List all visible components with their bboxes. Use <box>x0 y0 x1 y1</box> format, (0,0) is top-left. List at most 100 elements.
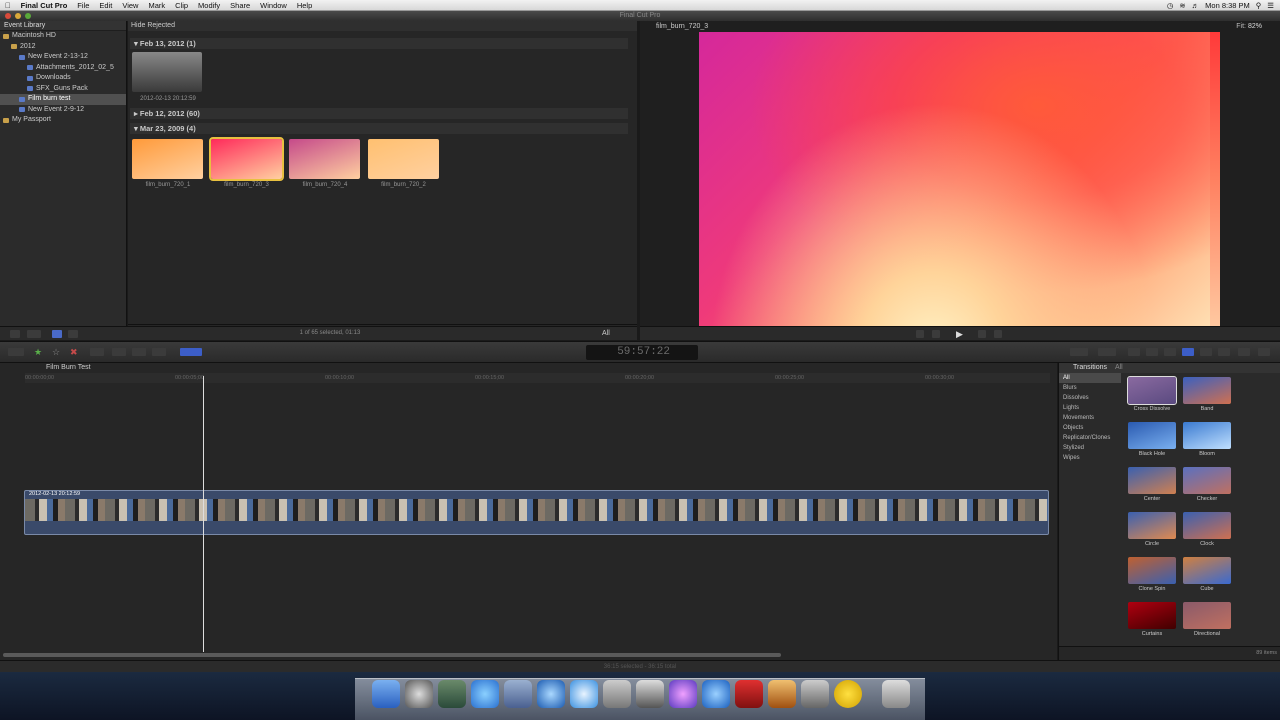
menu-share[interactable]: Share <box>225 0 255 11</box>
play-backward-icon[interactable] <box>932 330 940 338</box>
transition-thumbnail[interactable] <box>1127 376 1177 405</box>
iphoto-icon[interactable] <box>768 680 796 708</box>
launchpad-icon[interactable] <box>405 680 433 708</box>
transitions-browser-icon[interactable] <box>1182 348 1194 356</box>
transition-thumbnail[interactable] <box>1128 602 1176 629</box>
reject-icon[interactable]: ✖ <box>70 347 78 358</box>
minimize-button[interactable] <box>15 13 21 19</box>
append-clip-icon[interactable] <box>152 348 166 356</box>
keyword-icon[interactable] <box>90 348 104 356</box>
menu-mark[interactable]: Mark <box>143 0 170 11</box>
transition-category[interactable]: Objects <box>1059 423 1121 433</box>
cyberduck-icon[interactable] <box>834 680 862 708</box>
transitions-filter[interactable]: All <box>1115 364 1123 371</box>
inspector-icon[interactable] <box>1258 348 1270 356</box>
facetime-icon[interactable] <box>603 680 631 708</box>
menu-clock[interactable]: Mon 8:38 PM <box>1205 0 1250 11</box>
next-frame-icon[interactable] <box>994 330 1002 338</box>
insert-clip-icon[interactable] <box>132 348 146 356</box>
transition-category[interactable]: Wipes <box>1059 453 1121 463</box>
menu-app[interactable]: Final Cut Pro <box>16 0 73 11</box>
volume-icon[interactable]: ♬ <box>1192 0 1200 11</box>
list-icon[interactable]: ☰ <box>1267 0 1274 11</box>
effects-browser-icon[interactable] <box>1128 348 1140 356</box>
clip-thumbnail[interactable] <box>208 137 284 181</box>
quicktime-icon[interactable] <box>537 680 565 708</box>
import-icon[interactable] <box>8 348 24 356</box>
library-item[interactable]: New Event 2-9-12 <box>0 105 126 116</box>
time-machine-icon[interactable]: ◷ <box>1167 0 1174 11</box>
transition-category[interactable]: Lights <box>1059 403 1121 413</box>
finder-icon[interactable] <box>372 680 400 708</box>
transition-thumbnail[interactable] <box>1128 467 1176 494</box>
transition-category[interactable]: Stylized <box>1059 443 1121 453</box>
menu-help[interactable]: Help <box>292 0 317 11</box>
clip-thumbnail[interactable] <box>132 139 203 179</box>
menu-clip[interactable]: Clip <box>170 0 193 11</box>
transition-thumbnail[interactable] <box>1128 557 1176 584</box>
library-item[interactable]: Attachments_2012_02_5 <box>0 63 126 74</box>
transition-thumbnail[interactable] <box>1183 467 1231 494</box>
menu-file[interactable]: File <box>72 0 94 11</box>
transition-category[interactable]: All <box>1059 373 1121 383</box>
music-browser-icon[interactable] <box>1164 348 1176 356</box>
group-header[interactable]: ▸ Feb 12, 2012 (60) <box>130 108 628 119</box>
enhance-icon[interactable] <box>1070 348 1088 356</box>
library-item[interactable]: New Event 2-13-12 <box>0 52 126 63</box>
hide-rejected-filter[interactable]: Hide Rejected <box>128 21 637 31</box>
library-item[interactable]: Film burn test <box>0 94 126 105</box>
timeline-clip[interactable]: 2012-02-13 20:12:59 <box>24 490 1049 535</box>
connect-clip-icon[interactable] <box>112 348 126 356</box>
timeline-scrollbar[interactable] <box>3 653 781 657</box>
close-button[interactable] <box>5 13 11 19</box>
themes-browser-icon[interactable] <box>1238 348 1250 356</box>
preview-icon[interactable] <box>504 680 532 708</box>
menu-window[interactable]: Window <box>255 0 292 11</box>
transition-thumbnail[interactable] <box>1183 512 1231 539</box>
transition-thumbnail[interactable] <box>1183 377 1231 404</box>
app-store-icon[interactable] <box>471 680 499 708</box>
unrate-icon[interactable]: ☆ <box>52 347 60 358</box>
trash-icon[interactable] <box>882 680 910 708</box>
title-browser-icon[interactable] <box>1200 348 1212 356</box>
library-item[interactable]: 2012 <box>0 42 126 53</box>
library-item[interactable]: Downloads <box>0 73 126 84</box>
photo-browser-icon[interactable] <box>1146 348 1158 356</box>
transition-thumbnail[interactable] <box>1128 422 1176 449</box>
compressor-icon[interactable] <box>801 680 829 708</box>
rewind-icon[interactable] <box>916 330 924 338</box>
zoom-level[interactable]: 82% <box>1248 23 1262 30</box>
motion-icon[interactable] <box>669 680 697 708</box>
generator-browser-icon[interactable] <box>1218 348 1230 356</box>
transition-category[interactable]: Movements <box>1059 413 1121 423</box>
transition-thumbnail[interactable] <box>1128 512 1176 539</box>
photo-booth-icon[interactable] <box>735 680 763 708</box>
spotlight-icon[interactable]: ⚲ <box>1256 0 1262 11</box>
retime-icon[interactable] <box>1098 348 1116 356</box>
library-item[interactable]: My Passport <box>0 115 126 126</box>
wifi-icon[interactable]: ≋ <box>1179 0 1185 11</box>
transition-category[interactable]: Blurs <box>1059 383 1121 393</box>
clip-thumbnail[interactable] <box>289 139 360 179</box>
apple-menu-icon[interactable]:  <box>0 0 16 11</box>
select-tool-icon[interactable] <box>180 348 202 356</box>
transition-category[interactable]: Replicator/Clones <box>1059 433 1121 443</box>
transition-thumbnail[interactable] <box>1183 422 1231 449</box>
timeline-ruler[interactable]: 00:00:00;00 00:00:05;00 00:00:10;00 00:0… <box>25 373 1050 383</box>
filter-all[interactable]: All <box>602 330 610 337</box>
menu-view[interactable]: View <box>117 0 143 11</box>
mission-control-icon[interactable] <box>438 680 466 708</box>
group-header[interactable]: ▾ Mar 23, 2009 (4) <box>130 123 628 134</box>
menu-edit[interactable]: Edit <box>94 0 117 11</box>
favorite-icon[interactable]: ★ <box>34 347 42 358</box>
playhead[interactable] <box>203 376 204 652</box>
timecode-display[interactable]: 59:57:22 <box>586 345 698 360</box>
library-item[interactable]: Macintosh HD <box>0 31 126 42</box>
transition-thumbnail[interactable] <box>1183 557 1231 584</box>
group-header[interactable]: ▾ Feb 13, 2012 (1) <box>130 38 628 49</box>
safari-icon[interactable] <box>570 680 598 708</box>
itunes-icon[interactable] <box>702 680 730 708</box>
clip-thumbnail[interactable] <box>367 139 439 179</box>
transition-thumbnail[interactable] <box>1183 602 1231 629</box>
menu-modify[interactable]: Modify <box>193 0 225 11</box>
